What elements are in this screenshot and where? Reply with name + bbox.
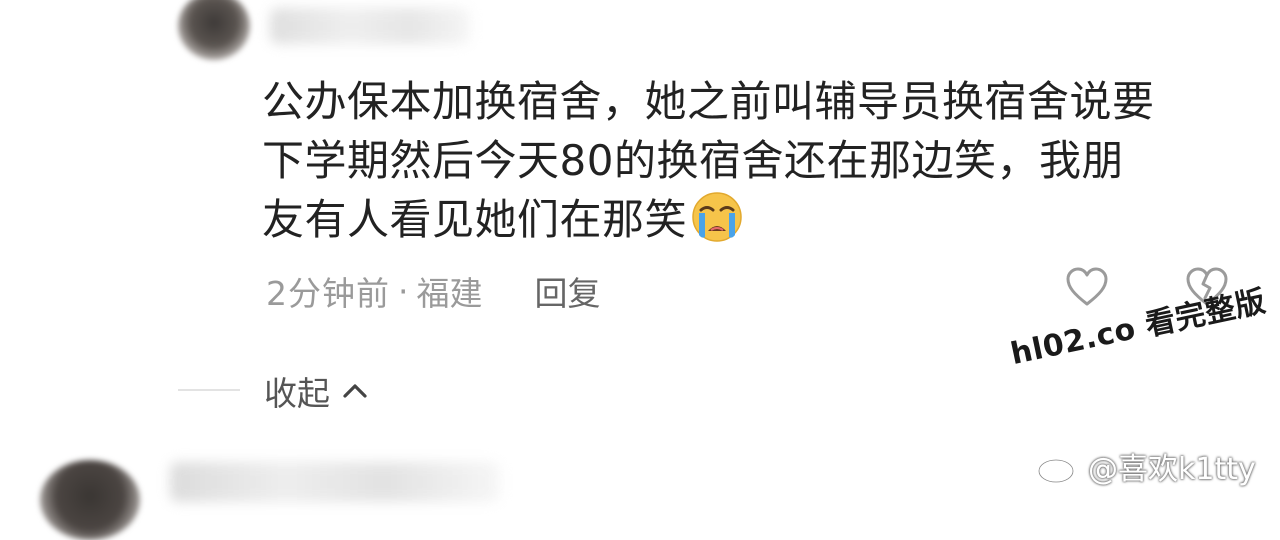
meta-separator: · [398,271,409,311]
chevron-up-icon [343,384,367,398]
comment-line: 下学期然后今天80的换宿舍还在那边笑，我朋 [262,136,1124,185]
next-commenter-avatar[interactable] [40,460,140,540]
watermark-link-text: hl02.co 看完整版 [1007,283,1269,373]
crying-face-icon [691,191,743,243]
comment-body: 公办保本加换宿舍，她之前叫辅导员换宿舍说要 下学期然后今天80的换宿舍还在那边笑… [262,72,1222,249]
comment-time: 2分钟前 [266,274,390,313]
weibo-handle: @喜欢k1tty [1088,452,1256,487]
like-heart-icon[interactable] [1064,266,1110,308]
comment-line: 公办保本加换宿舍，她之前叫辅导员换宿舍说要 [262,77,1155,126]
collapse-label: 收起 [264,374,330,413]
weibo-watermark: @喜欢k1tty [1036,446,1256,487]
next-commenter-name-blurred[interactable] [170,462,500,502]
reply-button[interactable]: 回复 [535,267,601,315]
weibo-logo-icon [1037,451,1080,484]
comment-line: 友有人看见她们在那笑 [262,195,688,244]
commenter-avatar[interactable] [178,0,250,60]
commenter-name-blurred[interactable] [270,8,470,44]
collapse-divider [178,389,240,391]
comment-location: 福建 [416,274,483,313]
comment-meta: 2分钟前 · 福建 回复 [266,268,601,314]
collapse-replies-button[interactable]: 收起 [264,368,370,414]
